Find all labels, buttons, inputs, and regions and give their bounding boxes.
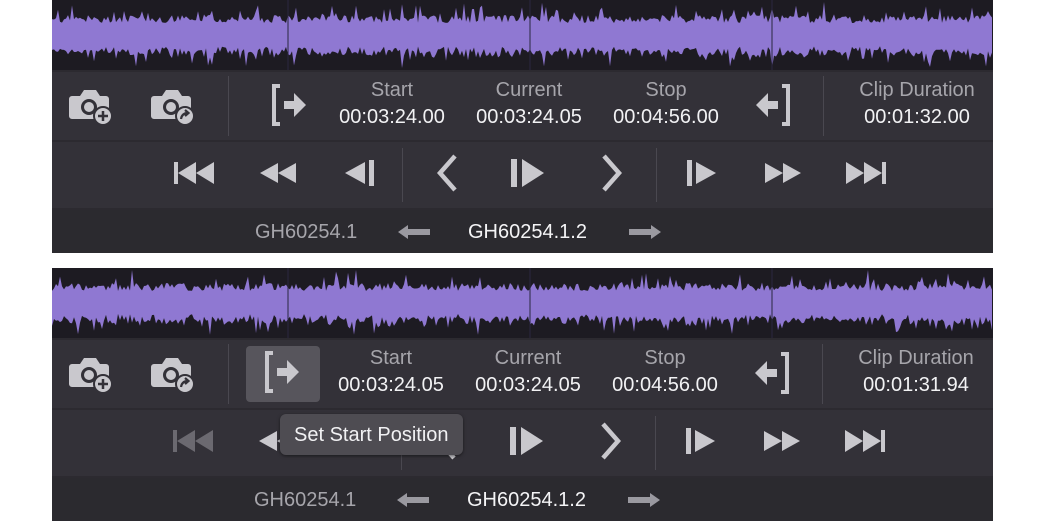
skip-to-end-button[interactable] (839, 421, 889, 465)
stop-label: Stop (644, 347, 686, 369)
current-value[interactable]: 00:03:24.05 (469, 105, 589, 129)
duration-timecode: Clip Duration 00:01:31.94 (841, 346, 991, 397)
current-value[interactable]: 00:03:24.05 (468, 373, 588, 397)
duration-label: Clip Duration (859, 79, 975, 101)
stop-label: Stop (645, 79, 687, 101)
current-clip-name: GH60254.1.2 (467, 489, 586, 511)
duration-value: 00:01:32.00 (864, 106, 970, 128)
prev-frame-button[interactable] (422, 151, 472, 199)
divider (822, 344, 823, 404)
camera-share-icon[interactable] (150, 86, 196, 126)
transport-controls (52, 410, 993, 476)
start-value[interactable]: 00:03:24.00 (332, 105, 452, 129)
duration-value: 00:01:31.94 (863, 374, 969, 396)
editor-panel-1: Start 00:03:24.00 Current 00:03:24.05 St… (52, 0, 993, 253)
skip-to-start-icon (172, 159, 218, 192)
stop-value[interactable]: 00:04:56.00 (605, 373, 725, 397)
waveform-graphic (52, 268, 992, 338)
fast-forward-button[interactable] (757, 421, 807, 465)
rewind-icon (258, 159, 298, 192)
stop-timecode: Stop 00:04:56.00 (606, 78, 726, 129)
start-label: Start (369, 347, 413, 369)
step-forward-icon (683, 426, 717, 461)
arrow-left-icon[interactable] (396, 224, 432, 245)
next-frame-button[interactable] (587, 151, 637, 199)
transport-controls (52, 142, 993, 208)
fast-forward-icon (763, 159, 803, 192)
step-back-icon (343, 158, 377, 193)
step-forward-button[interactable] (675, 421, 725, 465)
skip-to-end-icon (842, 159, 888, 192)
divider (402, 148, 403, 202)
fast-forward-button[interactable] (758, 153, 808, 197)
editor-panel-2: Start 00:03:24.05 Current 00:03:24.05 St… (52, 268, 993, 521)
current-label: Current (495, 79, 563, 101)
waveform-graphic (52, 0, 992, 70)
stop-value[interactable]: 00:04:56.00 (606, 105, 726, 129)
clip-navigation: GH60254.1 GH60254.1.2 (52, 478, 993, 521)
camera-share-icon[interactable] (150, 354, 196, 394)
set-start-tooltip: Set Start Position (280, 414, 463, 455)
current-timecode: Current 00:03:24.05 (468, 346, 588, 397)
skip-to-end-icon (841, 427, 887, 460)
next-icon (599, 421, 623, 466)
next-icon (600, 153, 624, 198)
divider (228, 344, 229, 404)
play-icon (508, 424, 546, 463)
current-label: Current (494, 347, 562, 369)
divider (655, 416, 656, 470)
play-button[interactable] (502, 419, 552, 467)
set-start-icon (268, 83, 312, 132)
set-stop-icon (749, 351, 793, 400)
clip-navigation: GH60254.1 GH60254.1.2 (52, 210, 993, 253)
set-stop-button[interactable] (735, 348, 807, 402)
rewind-button[interactable] (253, 153, 303, 197)
play-icon (509, 156, 547, 195)
waveform[interactable] (52, 268, 993, 338)
duration-timecode: Clip Duration 00:01:32.00 (842, 78, 992, 129)
stop-timecode: Stop 00:04:56.00 (605, 346, 725, 397)
start-label: Start (370, 79, 414, 101)
set-stop-button[interactable] (736, 80, 808, 134)
start-value[interactable]: 00:03:24.05 (331, 373, 451, 397)
prev-icon (435, 153, 459, 198)
skip-to-start-button[interactable] (170, 153, 220, 197)
step-forward-button[interactable] (676, 153, 726, 197)
arrow-right-icon[interactable] (627, 224, 663, 245)
next-frame-button[interactable] (586, 419, 636, 467)
set-start-button[interactable] (254, 80, 326, 134)
step-forward-icon (684, 158, 718, 193)
previous-clip-name[interactable]: GH60254.1 (255, 220, 357, 244)
set-start-icon (261, 350, 305, 399)
trim-controls: Start 00:03:24.00 Current 00:03:24.05 St… (52, 72, 993, 140)
waveform[interactable] (52, 0, 993, 70)
arrow-right-icon[interactable] (626, 492, 662, 513)
skip-to-start-button[interactable] (169, 421, 219, 465)
divider (823, 76, 824, 136)
step-back-button[interactable] (335, 153, 385, 197)
divider (228, 76, 229, 136)
divider (656, 148, 657, 202)
play-button[interactable] (503, 151, 553, 199)
start-timecode: Start 00:03:24.05 (331, 346, 451, 397)
set-stop-icon (750, 83, 794, 132)
duration-label: Clip Duration (858, 347, 974, 369)
camera-add-icon[interactable] (68, 86, 114, 126)
start-timecode: Start 00:03:24.00 (332, 78, 452, 129)
skip-to-end-button[interactable] (840, 153, 890, 197)
arrow-left-icon[interactable] (395, 492, 431, 513)
fast-forward-icon (762, 427, 802, 460)
set-start-button[interactable] (246, 346, 320, 402)
trim-controls: Start 00:03:24.05 Current 00:03:24.05 St… (52, 340, 993, 408)
previous-clip-name[interactable]: GH60254.1 (254, 488, 356, 512)
current-clip-name: GH60254.1.2 (468, 221, 587, 243)
camera-add-icon[interactable] (68, 354, 114, 394)
current-timecode: Current 00:03:24.05 (469, 78, 589, 129)
skip-to-start-icon (171, 427, 217, 460)
